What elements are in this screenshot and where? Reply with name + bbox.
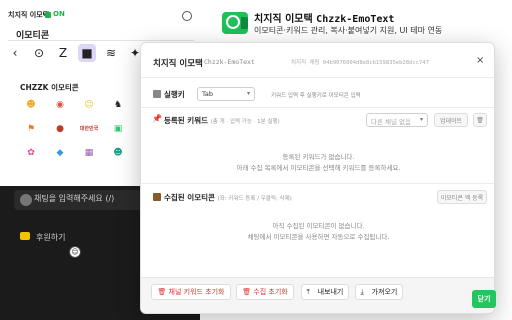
divider xyxy=(8,40,194,41)
hotkey-label: 실행키 xyxy=(164,90,185,99)
emoticon-item[interactable]: ☻ xyxy=(107,144,129,162)
download-icon: ⤓ xyxy=(360,288,364,296)
channel-filter-value: 다른 채널 없음 xyxy=(371,118,412,126)
hotkey-value: Tab xyxy=(202,90,214,98)
upload-icon: ⤒ xyxy=(306,288,310,296)
app-title-ko: 치지직 이모택 xyxy=(254,14,313,25)
import-label: 가져오기 xyxy=(371,288,398,296)
reset-collected-label: 수집 초기화 xyxy=(253,288,288,296)
divider xyxy=(141,183,494,184)
settings-dialog: 치지직 이모택 Chzzk-EmoText 치지직 채팅 04b9076004d… xyxy=(140,42,495,314)
emoticon-item[interactable]: ⚑ xyxy=(20,120,42,138)
collected-subtitle: (좌: 키워드 등록 / 우클릭: 삭제) xyxy=(217,196,292,202)
emoticon-toggle-icon[interactable]: ☺ xyxy=(69,246,81,258)
collected-title: 수집된 이모티콘 xyxy=(164,193,215,202)
chevron-down-icon: ▾ xyxy=(246,90,250,97)
trash-icon: 🗑 xyxy=(157,288,167,296)
emoticon-tab[interactable]: ≋ xyxy=(102,44,120,62)
emoticon-item[interactable]: ♞ xyxy=(107,96,129,114)
channel-id: 치지직 채팅 04b9076004d8e8cb159835eb28dcc747 xyxy=(291,60,429,66)
reset-collected-button[interactable]: 🗑 수집 초기화 xyxy=(236,284,294,300)
picker-title: 치지직 이모택 xyxy=(8,11,50,19)
import-button[interactable]: ⤓ 가져오기 xyxy=(355,284,403,300)
app-title: 치지직 이모택 Chzzk-EmoText xyxy=(254,10,394,25)
keywords-empty-title: 등록된 키워드가 없습니다. xyxy=(282,153,355,161)
keywords-empty-desc: 아래 수집 목록에서 이모티콘을 선택해 키워드를 등록하세요. xyxy=(236,164,401,172)
keywords-title: 등록된 키워드 xyxy=(164,116,209,125)
gear-icon[interactable] xyxy=(182,11,192,21)
collected-label: 수집된 이모티콘 (좌: 키워드 등록 / 우클릭: 삭제) xyxy=(164,192,292,203)
emoticon-tab[interactable]: ■ xyxy=(78,44,96,62)
dialog-title: 치지직 이모택 xyxy=(153,59,203,69)
keywords-label: 등록된 키워드 (총 개 · 입력 가능 · 1분 실행) xyxy=(164,115,280,126)
shield-icon xyxy=(45,12,51,18)
emoticon-item[interactable]: ☻ xyxy=(20,96,42,114)
reset-keywords-label: 채널 키워드 초기화 xyxy=(168,288,225,296)
keyboard-icon xyxy=(153,90,161,98)
app-description: 이모티콘·키워드 관리, 복사·붙여넣기 지원, UI 테마 연동 xyxy=(254,26,443,35)
emoticon-tab[interactable]: Z xyxy=(54,44,72,62)
chevron-down-icon: ▾ xyxy=(419,116,423,123)
reset-keywords-button[interactable]: 🗑 채널 키워드 초기화 xyxy=(151,284,231,300)
emoticon-item[interactable]: ▦ xyxy=(78,144,100,162)
app-title-en: Chzzk-EmoText xyxy=(316,14,395,25)
emoticon-item[interactable]: 대한민국 xyxy=(78,120,100,138)
collection-icon xyxy=(153,193,161,201)
keywords-subtitle: (총 개 · 입력 가능 · 1분 실행) xyxy=(210,119,280,125)
hotkey-select[interactable]: Tab ▾ xyxy=(197,87,255,101)
emoticon-tab[interactable]: ⊙ xyxy=(30,44,48,62)
emoticon-item[interactable]: ◉ xyxy=(49,96,71,114)
emoticon-item[interactable]: ▣ xyxy=(107,120,129,138)
hotkey-hint: 키워드 입력 후 실행키로 이모티콘 입력 xyxy=(271,93,361,99)
emoticon-item[interactable]: ◆ xyxy=(49,144,71,162)
divider xyxy=(141,107,494,108)
emoticon-grid: ☻ ◉ ☺ ♞ ⚑ ● 대한민국 ▣ ✿ ◆ ▦ ☻ xyxy=(20,96,132,162)
close-icon[interactable]: × xyxy=(476,55,484,66)
pin-icon: 📌 xyxy=(152,114,162,123)
donate-icon xyxy=(20,232,30,240)
trash-icon[interactable]: 🗑 xyxy=(473,113,487,127)
emoticon-tab[interactable]: ‹ xyxy=(6,44,24,62)
collected-empty-desc: 채팅에서 이모티콘을 사용하면 자동으로 수집됩니다. xyxy=(247,233,390,241)
emoji-icon[interactable] xyxy=(20,194,32,206)
export-button[interactable]: ⤒ 내보내기 xyxy=(301,284,349,300)
app-logo-icon xyxy=(222,12,248,34)
export-label: 내보내기 xyxy=(317,288,344,296)
collected-empty-title: 아직 수집된 이모티콘이 없습니다. xyxy=(272,222,365,230)
dialog-title-en: Chzzk-EmoText xyxy=(204,58,255,66)
emoticon-item[interactable]: ☺ xyxy=(78,96,100,114)
status-badge[interactable]: ON xyxy=(53,10,65,18)
emoticon-item[interactable]: ● xyxy=(49,120,71,138)
donate-button[interactable]: 후원하기 xyxy=(36,232,65,243)
picker-section-title: CHZZK 이모티콘 xyxy=(20,83,79,92)
register-button[interactable]: 이모티콘 액 등록 xyxy=(437,190,487,204)
divider xyxy=(141,77,494,78)
channel-filter-select[interactable]: 다른 채널 없음 ▾ xyxy=(366,113,428,127)
trash-icon: 🗑 xyxy=(242,288,252,296)
emoticon-item[interactable]: ✿ xyxy=(20,144,42,162)
close-button[interactable]: 닫기 xyxy=(472,290,496,308)
chat-input-placeholder: 채팅을 입력해주세요 (/) xyxy=(34,194,115,203)
update-button[interactable]: 업데이트 xyxy=(434,113,468,127)
